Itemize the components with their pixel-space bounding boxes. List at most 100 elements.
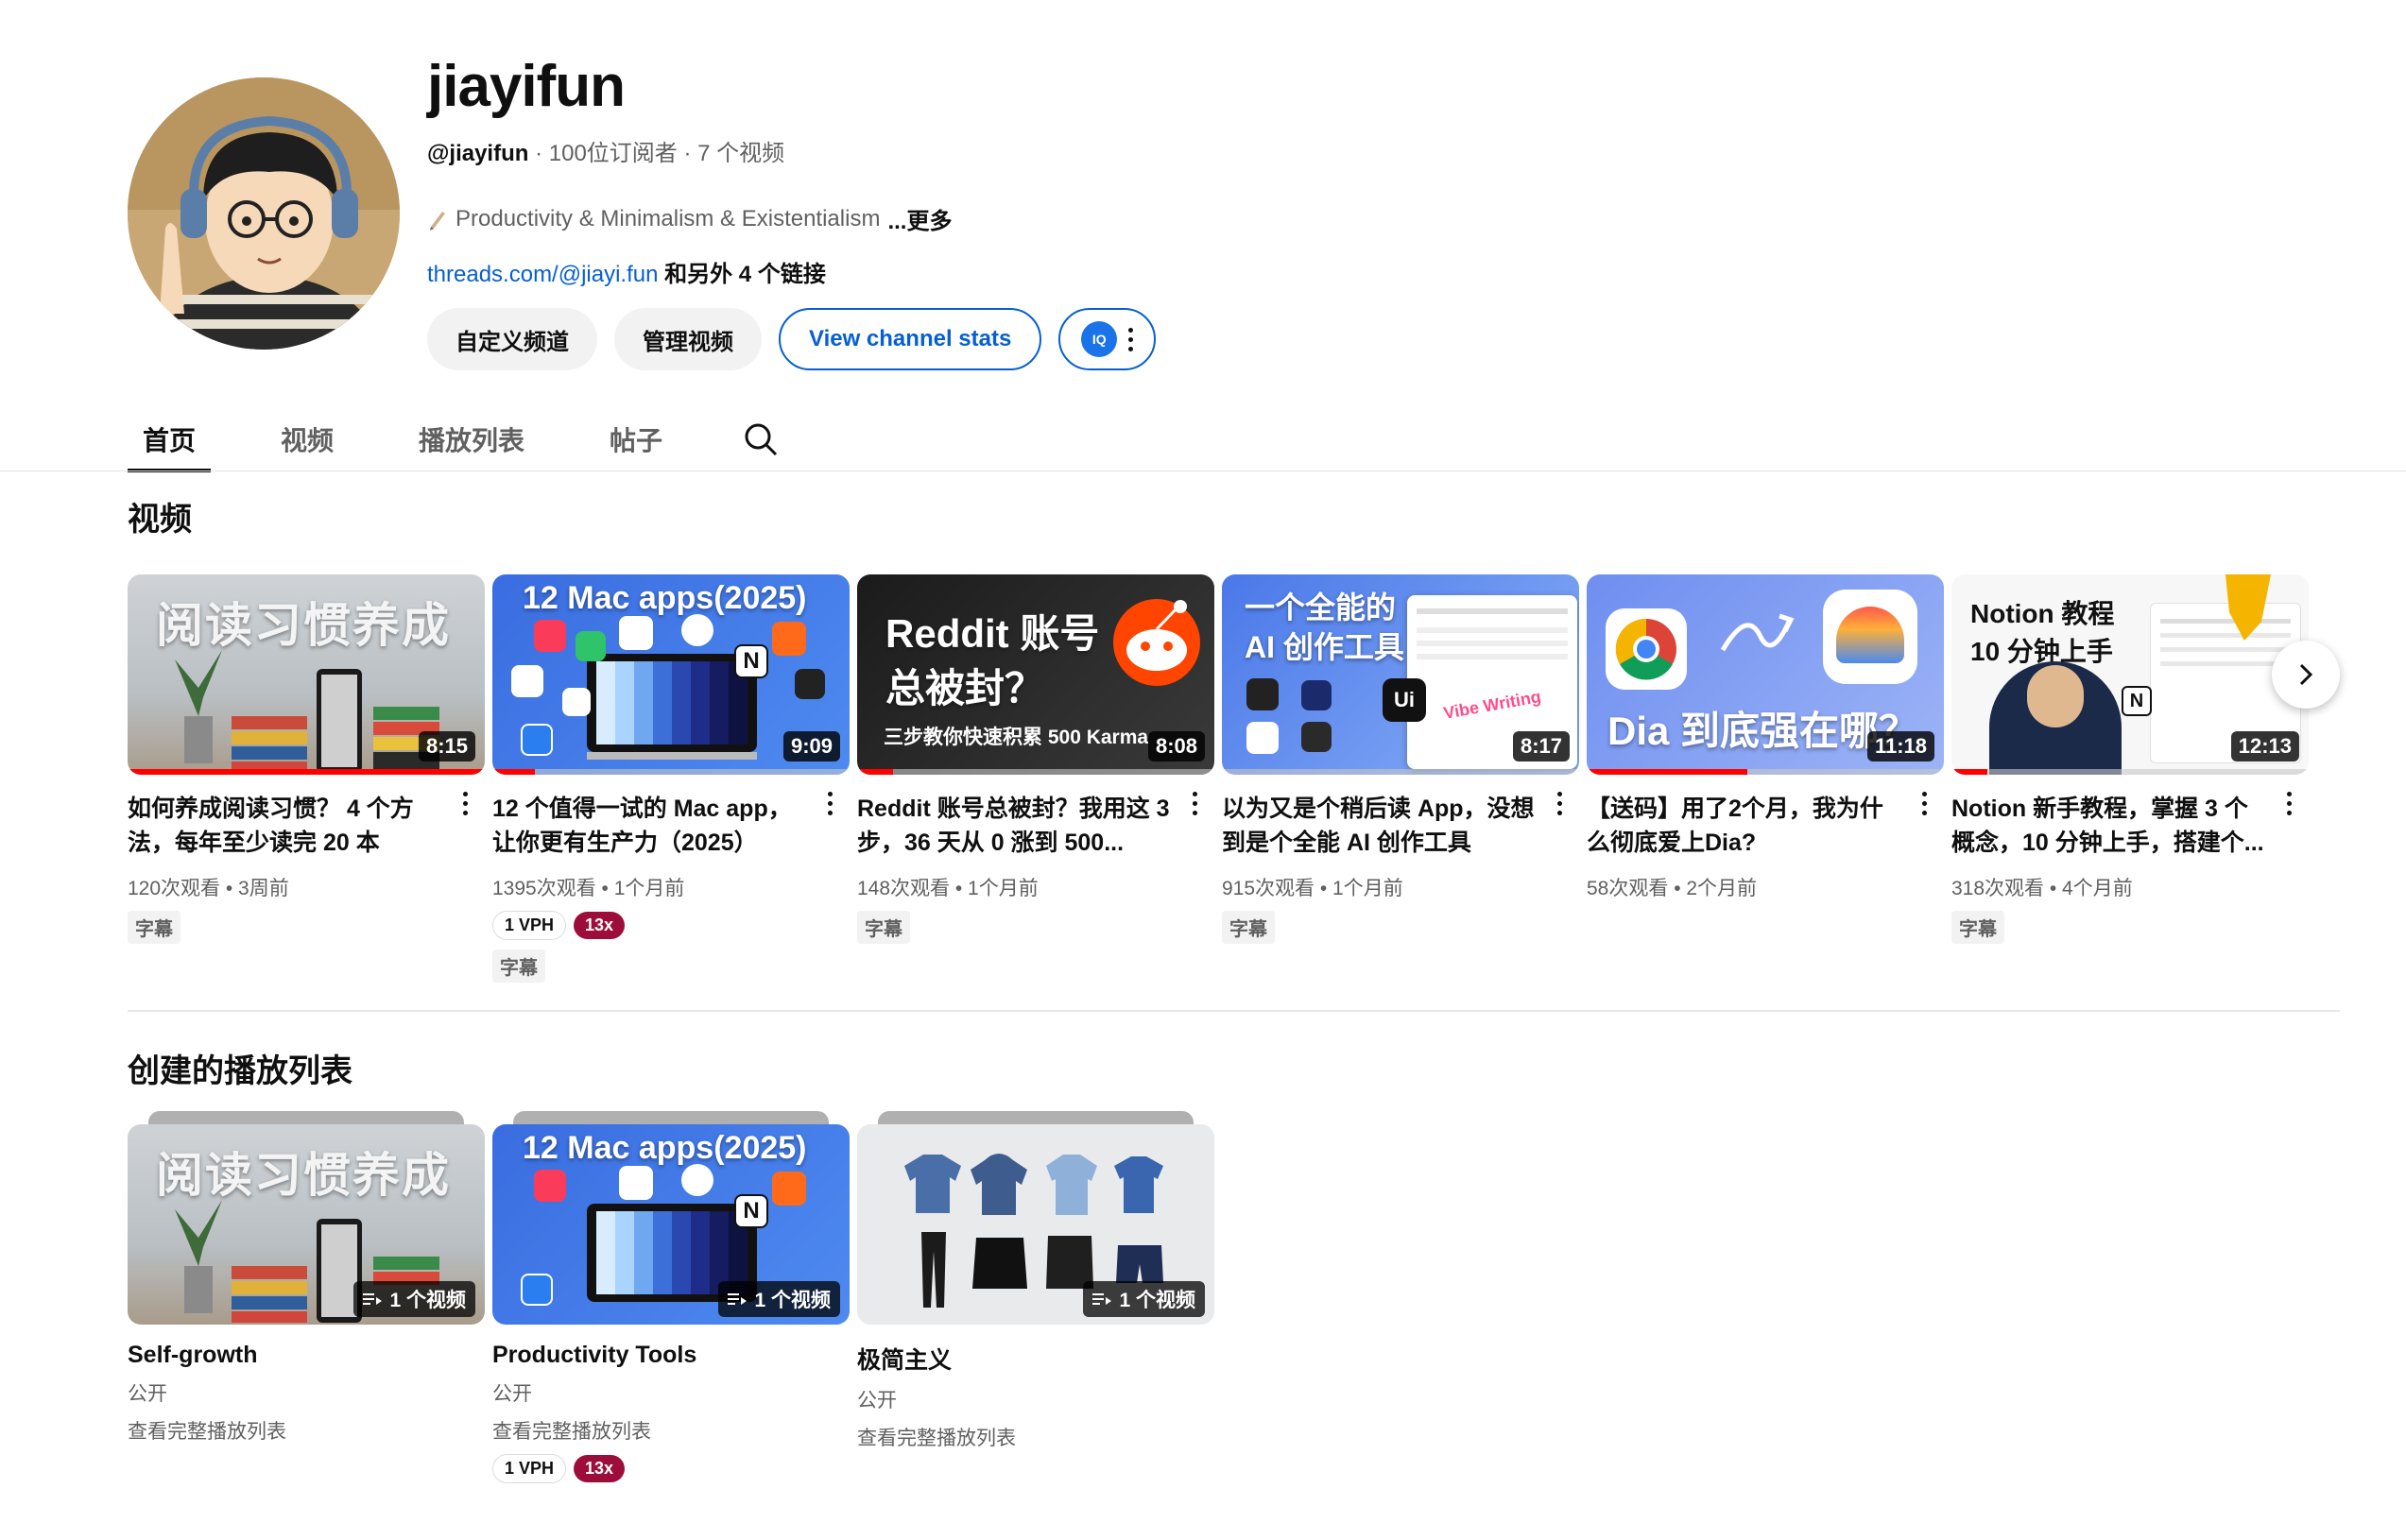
- app-icon: [521, 724, 553, 756]
- playlist-icon: [363, 1293, 383, 1305]
- channel-tabs: 首页 视频 播放列表 帖子: [128, 406, 780, 472]
- notion-icon: N: [734, 1194, 768, 1228]
- tab-videos[interactable]: 视频: [266, 406, 349, 472]
- watch-progress: [1951, 769, 1987, 775]
- more-vert-icon[interactable]: [1557, 792, 1562, 815]
- videos-section-title[interactable]: 视频: [128, 493, 192, 539]
- app-icon: [511, 665, 543, 697]
- view-full-playlist-link[interactable]: 查看完整播放列表: [857, 1423, 1214, 1451]
- video-title[interactable]: Notion 新手教程，掌握 3 个概念，10 分钟上手，搭建个...: [1951, 792, 2309, 860]
- cc-badge: 字幕: [492, 950, 545, 983]
- playlist-count: 1 个视频: [718, 1281, 840, 1317]
- manage-videos-button[interactable]: 管理视频: [614, 308, 762, 370]
- cc-badge: 字幕: [1222, 911, 1275, 944]
- app-icon: [562, 688, 591, 716]
- video-title[interactable]: Reddit 账号总被封？我用这 3 步，36 天从 0 涨到 500...: [857, 792, 1214, 860]
- video-meta: 120次观看 • 3周前: [128, 878, 289, 899]
- channel-description[interactable]: Productivity & Minimalism & Existentiali…: [427, 202, 952, 235]
- channel-avatar[interactable]: [128, 77, 400, 350]
- playlists-section-title[interactable]: 创建的播放列表: [128, 1045, 352, 1091]
- notion-icon: N: [734, 644, 768, 678]
- chatgpt-icon: [681, 614, 713, 646]
- more-vert-icon[interactable]: [1922, 792, 1927, 815]
- video-card[interactable]: 一个全能的 AI 创作工具 Ui Vibe Writing 8:17 以为又是个…: [1222, 574, 1579, 983]
- more-vert-icon: [1128, 327, 1134, 351]
- vph-badge: 1 VPH: [492, 1454, 567, 1483]
- video-title[interactable]: 以为又是个稍后读 App，没想到是个全能 AI 创作工具: [1222, 792, 1579, 860]
- rocket-icon: [430, 211, 445, 231]
- watch-progress: [857, 769, 893, 775]
- search-icon[interactable]: [742, 420, 780, 458]
- description-text: Productivity & Minimalism & Existentiali…: [455, 205, 881, 231]
- video-card[interactable]: 阅读习惯养成 8:15 如何养成阅读习惯？ 4 个方法，每年至少读完 20 本 …: [128, 574, 485, 983]
- view-full-playlist-link[interactable]: 查看完整播放列表: [492, 1416, 850, 1445]
- playlist-title[interactable]: Self-growth: [128, 1342, 485, 1369]
- video-card[interactable]: Notion 教程 10 分钟上手 N 12:13 Notion 新手教程，掌握…: [1951, 574, 2309, 983]
- view-channel-stats-button[interactable]: View channel stats: [779, 308, 1042, 370]
- watch-progress: [492, 769, 536, 775]
- video-card[interactable]: Dia 到底强在哪？ 11:18 【送码】用了2个月，我为什么彻底爱上Dia? …: [1587, 574, 1944, 983]
- watch-progress: [1587, 769, 1748, 775]
- tab-home[interactable]: 首页: [128, 406, 212, 472]
- thumbnail-text: 一个全能的 AI 创作工具: [1245, 590, 1404, 664]
- playlist-card[interactable]: 1 个视频 极简主义 公开 查看完整播放列表: [857, 1111, 1214, 1483]
- tab-posts[interactable]: 帖子: [594, 406, 678, 472]
- video-thumbnail[interactable]: 一个全能的 AI 创作工具 Ui Vibe Writing 8:17: [1222, 574, 1579, 775]
- app-icon: [619, 1166, 653, 1200]
- more-vert-icon[interactable]: [1193, 792, 1197, 815]
- video-thumbnail[interactable]: Notion 教程 10 分钟上手 N 12:13: [1951, 574, 2309, 775]
- section-divider: [128, 1010, 2340, 1012]
- outlier-badge: 13x: [574, 1455, 626, 1482]
- channel-links: threads.com/@jiayi.fun 和另外 4 个链接: [427, 255, 826, 288]
- playlist-card[interactable]: 12 Mac apps(2025) N 1 个视频 Productivity T…: [492, 1111, 850, 1483]
- video-title[interactable]: 【送码】用了2个月，我为什么彻底爱上Dia?: [1587, 792, 1944, 860]
- playlist-card[interactable]: 阅读习惯养成 1 个视频 Self-growth 公开 查看完整播放列表: [128, 1111, 485, 1483]
- customize-channel-button[interactable]: 自定义频道: [427, 308, 597, 370]
- more-vert-icon[interactable]: [2287, 792, 2292, 815]
- playlist-visibility: 公开: [128, 1383, 167, 1405]
- playlist-count: 1 个视频: [353, 1281, 475, 1317]
- more-link[interactable]: ...更多: [887, 202, 952, 235]
- playlist-thumbnail[interactable]: 12 Mac apps(2025) N 1 个视频: [492, 1124, 850, 1325]
- video-meta: 1395次观看 • 1个月前: [492, 878, 685, 899]
- app-icon: Ui: [1383, 678, 1426, 722]
- video-thumbnail[interactable]: Reddit 账号总被封？ 三步教你快速积累 500 Karma 8:08: [857, 574, 1214, 775]
- video-duration: 9:09: [782, 731, 840, 761]
- video-title[interactable]: 12 个值得一试的 Mac app，让你更有生产力（2025）: [492, 792, 850, 860]
- thumbnail-text: Notion 教程: [1970, 599, 2115, 628]
- video-thumbnail[interactable]: Dia 到底强在哪？ 11:18: [1587, 574, 1944, 775]
- playlist-thumbnail[interactable]: 1 个视频: [857, 1124, 1214, 1325]
- video-thumbnail[interactable]: 阅读习惯养成 8:15: [128, 574, 485, 775]
- video-thumbnail[interactable]: 12 Mac apps(2025) N 9:09: [492, 574, 850, 775]
- watch-progress: [128, 769, 485, 775]
- video-card[interactable]: Reddit 账号总被封？ 三步教你快速积累 500 Karma 8:08 Re…: [857, 574, 1214, 983]
- shelf-next-button[interactable]: [2272, 641, 2340, 709]
- tab-playlists[interactable]: 播放列表: [404, 406, 540, 472]
- video-duration: 8:15: [418, 731, 475, 761]
- playlist-title[interactable]: Productivity Tools: [492, 1342, 850, 1369]
- subscriber-video-count: · 100位订阅者 · 7 个视频: [528, 141, 785, 166]
- other-links-link[interactable]: 和另外 4 个链接: [658, 262, 826, 287]
- playlist-icon: [728, 1293, 748, 1305]
- more-vert-icon[interactable]: [828, 792, 833, 815]
- thumbnail-subtext: 三步教你快速积累 500 Karma: [884, 727, 1149, 748]
- video-meta: 58次观看 • 2个月前: [1587, 878, 1758, 899]
- channel-meta: @jiayifun · 100位订阅者 · 7 个视频: [427, 134, 784, 167]
- playlist-visibility: 公开: [857, 1390, 897, 1412]
- music-app-icon: [534, 620, 566, 652]
- playlist-thumbnail[interactable]: 阅读习惯养成 1 个视频: [128, 1124, 485, 1325]
- threads-link[interactable]: threads.com/@jiayi.fun: [427, 262, 658, 287]
- more-vert-icon[interactable]: [463, 792, 468, 815]
- outlier-badge: 13x: [574, 912, 626, 939]
- view-full-playlist-link[interactable]: 查看完整播放列表: [128, 1416, 485, 1445]
- playlist-visibility: 公开: [492, 1383, 532, 1405]
- app-icon: [795, 669, 825, 699]
- cc-badge: 字幕: [1951, 911, 2004, 944]
- video-card[interactable]: 12 Mac apps(2025) N 9:09 12 个值得一试的 Mac a…: [492, 574, 850, 983]
- channel-actions: 自定义频道 管理视频 View channel stats IQ: [427, 308, 1157, 370]
- playlist-title[interactable]: 极简主义: [857, 1342, 1214, 1376]
- extension-button[interactable]: IQ: [1058, 308, 1157, 370]
- app-icon: [1246, 722, 1279, 754]
- app-icon: [1246, 678, 1279, 710]
- video-title[interactable]: 如何养成阅读习惯？ 4 个方法，每年至少读完 20 本: [128, 792, 485, 860]
